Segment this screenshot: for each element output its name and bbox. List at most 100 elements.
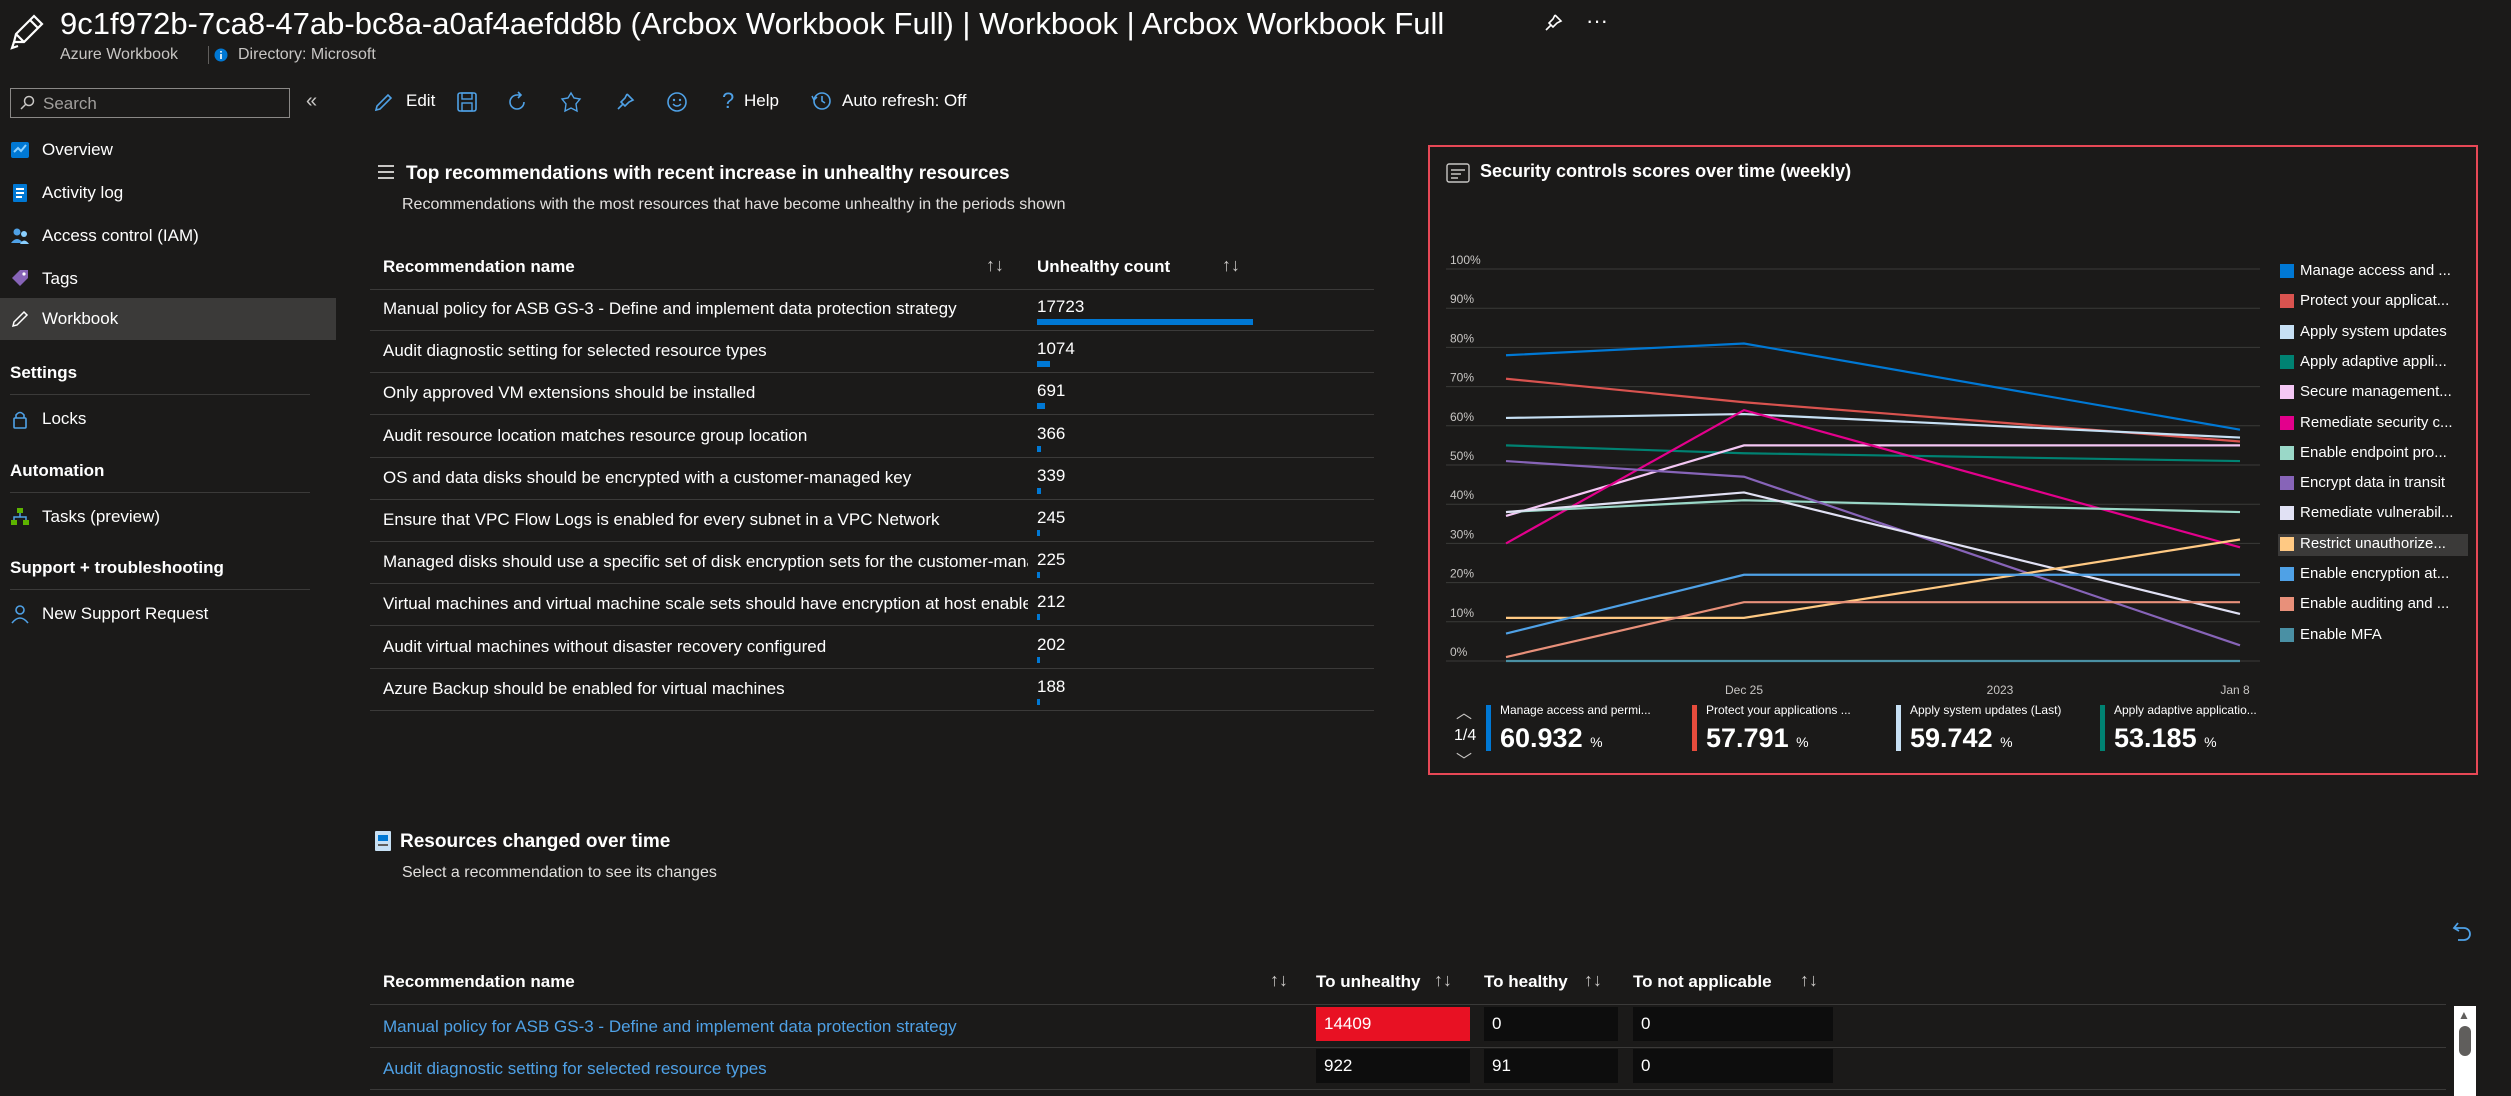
- y-tick-label: 40%: [1450, 488, 1474, 502]
- recommendation-link[interactable]: Manual policy for ASB GS-3 - Define and …: [383, 1017, 957, 1037]
- column-header-unhealthy-count[interactable]: Unhealthy count: [1037, 257, 1170, 277]
- sidebar-item-activity-log[interactable]: Activity log: [0, 172, 336, 214]
- panel-subtitle: Recommendations with the most resources …: [402, 196, 1066, 213]
- feedback-icon[interactable]: [560, 91, 582, 113]
- list-icon: [378, 164, 394, 180]
- scroll-up-icon[interactable]: ▲: [2458, 1008, 2470, 1022]
- sidebar-item-label: Overview: [42, 140, 113, 159]
- summary-tile[interactable]: Protect your applications ... 57.791 %: [1692, 701, 1892, 759]
- save-icon[interactable]: [456, 91, 478, 113]
- unhealthy-count: 202: [1037, 634, 1066, 654]
- sidebar-item-label: New Support Request: [42, 604, 209, 623]
- legend-item[interactable]: Enable encryption at...: [2278, 564, 2468, 586]
- legend-label: Manage access and ...: [2300, 262, 2451, 279]
- help-button[interactable]: ? Help: [720, 86, 790, 116]
- sidebar-item-tasks[interactable]: Tasks (preview): [0, 496, 336, 538]
- scrollbar[interactable]: ▲: [2454, 1006, 2476, 1096]
- pencil-icon: [8, 12, 46, 50]
- x-tick-label: Jan 8: [2220, 683, 2250, 697]
- sort-icon[interactable]: ↑↓: [986, 255, 1004, 276]
- tile-color-bar: [1486, 705, 1491, 751]
- legend-item[interactable]: Remediate security c...: [2278, 413, 2468, 435]
- sidebar-item-workbook[interactable]: Workbook: [0, 298, 336, 340]
- recommendation-name: OS and data disks should be encrypted wi…: [383, 467, 912, 487]
- unhealthy-count: 245: [1037, 508, 1066, 527]
- legend-label: Enable endpoint pro...: [2300, 443, 2447, 461]
- to-not-applicable-cell: 0: [1633, 1049, 1833, 1083]
- legend-item[interactable]: Enable endpoint pro...: [2278, 443, 2468, 465]
- series-line[interactable]: [1505, 601, 2240, 659]
- recommendation-name: Virtual machines and virtual machine sca…: [383, 594, 1028, 614]
- row-divider: [370, 1004, 2446, 1005]
- undo-icon[interactable]: [2452, 920, 2472, 942]
- legend-item[interactable]: Protect your applicat...: [2278, 291, 2468, 313]
- row-divider: [370, 625, 1374, 627]
- column-header-to-not-applicable[interactable]: To not applicable: [1633, 972, 1772, 992]
- recommendation-link[interactable]: Audit diagnostic setting for selected re…: [383, 1059, 767, 1079]
- summary-tile[interactable]: Manage access and permi... 60.932 %: [1486, 701, 1686, 759]
- legend-item[interactable]: Enable auditing and ...: [2278, 594, 2468, 616]
- more-icon[interactable]: ···: [1586, 8, 1608, 34]
- row-divider: [370, 667, 1374, 669]
- sidebar-item-overview[interactable]: Overview: [0, 129, 336, 171]
- sort-icon[interactable]: ↑↓: [1584, 970, 1602, 991]
- chevron-up-icon[interactable]: ︿: [1456, 699, 1472, 723]
- scrollbar-thumb[interactable]: [2459, 1026, 2471, 1056]
- row-divider: [370, 330, 1374, 331]
- sort-icon[interactable]: ↑↓: [1434, 970, 1452, 991]
- smiley-icon[interactable]: [666, 91, 688, 113]
- legend-item[interactable]: Enable MFA: [2278, 625, 2468, 647]
- sort-icon[interactable]: ↑↓: [1222, 255, 1240, 276]
- sidebar-item-label: Activity log: [42, 183, 124, 202]
- people-icon: [10, 226, 30, 246]
- chevron-down-icon[interactable]: ﹀: [1456, 747, 1472, 771]
- y-tick-label: 90%: [1450, 292, 1474, 306]
- legend-swatch: [2280, 627, 2294, 642]
- summary-tile[interactable]: Apply adaptive applicatio... 53.185 %: [2100, 701, 2300, 759]
- legend-item[interactable]: Secure management...: [2278, 382, 2468, 404]
- legend-item[interactable]: Manage access and ...: [2278, 261, 2468, 283]
- column-header-to-healthy[interactable]: To healthy: [1484, 972, 1568, 992]
- pin-icon[interactable]: [1542, 12, 1564, 34]
- recommendation-name: Ensure that VPC Flow Logs is enabled for…: [383, 510, 940, 529]
- edit-button[interactable]: Edit: [370, 86, 442, 116]
- series-line[interactable]: [1505, 573, 2240, 635]
- series-line[interactable]: [1505, 444, 2241, 463]
- sidebar-item-access-control[interactable]: Access control (IAM): [0, 215, 336, 257]
- to-unhealthy-cell: 922: [1316, 1049, 1470, 1083]
- refresh-icon[interactable]: [506, 91, 528, 113]
- collapse-icon[interactable]: «: [306, 90, 317, 113]
- column-header-recommendation-name[interactable]: Recommendation name: [383, 257, 575, 277]
- sidebar-item-locks[interactable]: Locks: [0, 398, 336, 440]
- legend-label: Remediate vulnerabil...: [2300, 504, 2454, 522]
- sidebar-item-new-support-request[interactable]: New Support Request: [0, 593, 336, 635]
- sidebar-item-tags[interactable]: Tags: [0, 258, 336, 300]
- legend-item[interactable]: Apply adaptive appli...: [2278, 352, 2468, 374]
- y-tick-label: 10%: [1450, 606, 1474, 620]
- search-input[interactable]: Search: [10, 88, 290, 118]
- legend-swatch: [2280, 385, 2294, 400]
- legend-item[interactable]: Remediate vulnerabil...: [2278, 503, 2468, 525]
- sort-icon[interactable]: ↑↓: [1800, 970, 1818, 991]
- legend-item[interactable]: Encrypt data in transit: [2278, 473, 2468, 495]
- y-tick-label: 50%: [1450, 449, 1474, 463]
- unhealthy-count: 339: [1037, 465, 1066, 485]
- sort-icon[interactable]: ↑↓: [1270, 970, 1288, 991]
- row-divider: [370, 498, 1374, 500]
- auto-refresh-button[interactable]: Auto refresh: Off: [810, 86, 990, 116]
- help-icon: ?: [722, 88, 735, 113]
- column-header-recommendation-name[interactable]: Recommendation name: [383, 972, 575, 992]
- row-divider: [370, 709, 1374, 711]
- pin-icon[interactable]: [614, 91, 636, 113]
- legend-item[interactable]: Apply system updates: [2278, 322, 2468, 344]
- column-header-to-unhealthy[interactable]: To unhealthy: [1316, 972, 1421, 992]
- series-line[interactable]: [1505, 491, 2241, 616]
- line-chart: 100% 90% 80% 70% 60% 50% 40% 30% 20% 10% 0% Dec 25 2…: [1446, 253, 2260, 697]
- section-divider: [10, 492, 310, 493]
- sidebar-item-label: Tasks (preview): [42, 507, 161, 526]
- page-indicator: 1/4: [1454, 727, 1477, 744]
- legend-item[interactable]: Restrict unauthorize...: [2278, 533, 2468, 556]
- history-icon: [810, 90, 832, 112]
- summary-tile[interactable]: Apply system updates (Last) 59.742 %: [1896, 701, 2096, 759]
- series-line[interactable]: [1505, 408, 2241, 549]
